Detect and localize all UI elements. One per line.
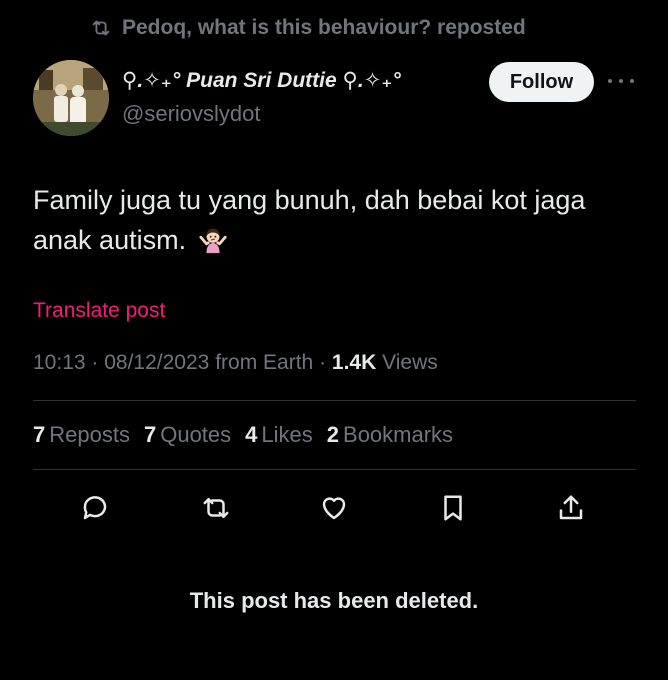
bookmark-button[interactable] — [437, 492, 469, 524]
bookmark-icon — [444, 495, 462, 521]
person-shrugging-emoji-icon — [199, 228, 227, 254]
post-source: from Earth — [215, 351, 314, 374]
stat-likes[interactable]: 4 Likes — [245, 422, 313, 448]
divider — [33, 400, 636, 401]
stat-quotes[interactable]: 7 Quotes — [144, 422, 231, 448]
post-date[interactable]: 08/12/2023 — [104, 351, 209, 374]
repost-context-text: Pedoq, what is this behaviour? reposted — [122, 16, 526, 39]
views-count: 1.4K — [331, 351, 377, 374]
engagement-stats: 7 Reposts 7 Quotes 4 Likes 2 Bookmarks — [33, 422, 453, 448]
post-text: Family juga tu yang bunuh, dah bebai kot… — [33, 185, 586, 255]
follow-button[interactable]: Follow — [489, 62, 594, 102]
repost-context[interactable]: Pedoq, what is this behaviour? reposted — [90, 16, 526, 40]
views-label: Views — [382, 351, 438, 374]
action-bar — [0, 492, 668, 528]
repost-icon — [92, 20, 110, 36]
reply-icon — [83, 496, 107, 520]
stat-reposts[interactable]: 7 Reposts — [33, 422, 130, 448]
deleted-post-notice: This post has been deleted. — [189, 588, 479, 613]
reply-button[interactable] — [79, 492, 111, 524]
translate-post-link[interactable]: Translate post — [33, 299, 165, 323]
like-icon — [322, 497, 346, 520]
repost-icon — [203, 498, 229, 518]
avatar[interactable] — [33, 60, 109, 136]
post-body: Family juga tu yang bunuh, dah bebai kot… — [33, 180, 633, 260]
author-display-name[interactable]: ⚲.✧₊° Puan Sri Duttie ⚲.✧₊° — [122, 68, 401, 93]
post-metadata: 10:13 · 08/12/2023 from Earth · 1.4K Vie… — [33, 351, 438, 374]
share-icon — [559, 495, 583, 520]
post-time[interactable]: 10:13 — [33, 351, 86, 374]
repost-button[interactable] — [200, 492, 232, 524]
like-button[interactable] — [318, 492, 350, 524]
author-handle[interactable]: @seriovslydot — [122, 101, 261, 127]
share-button[interactable] — [555, 492, 587, 524]
stat-bookmarks[interactable]: 2 Bookmarks — [327, 422, 453, 448]
more-options-icon[interactable] — [608, 70, 634, 92]
divider — [33, 469, 636, 470]
